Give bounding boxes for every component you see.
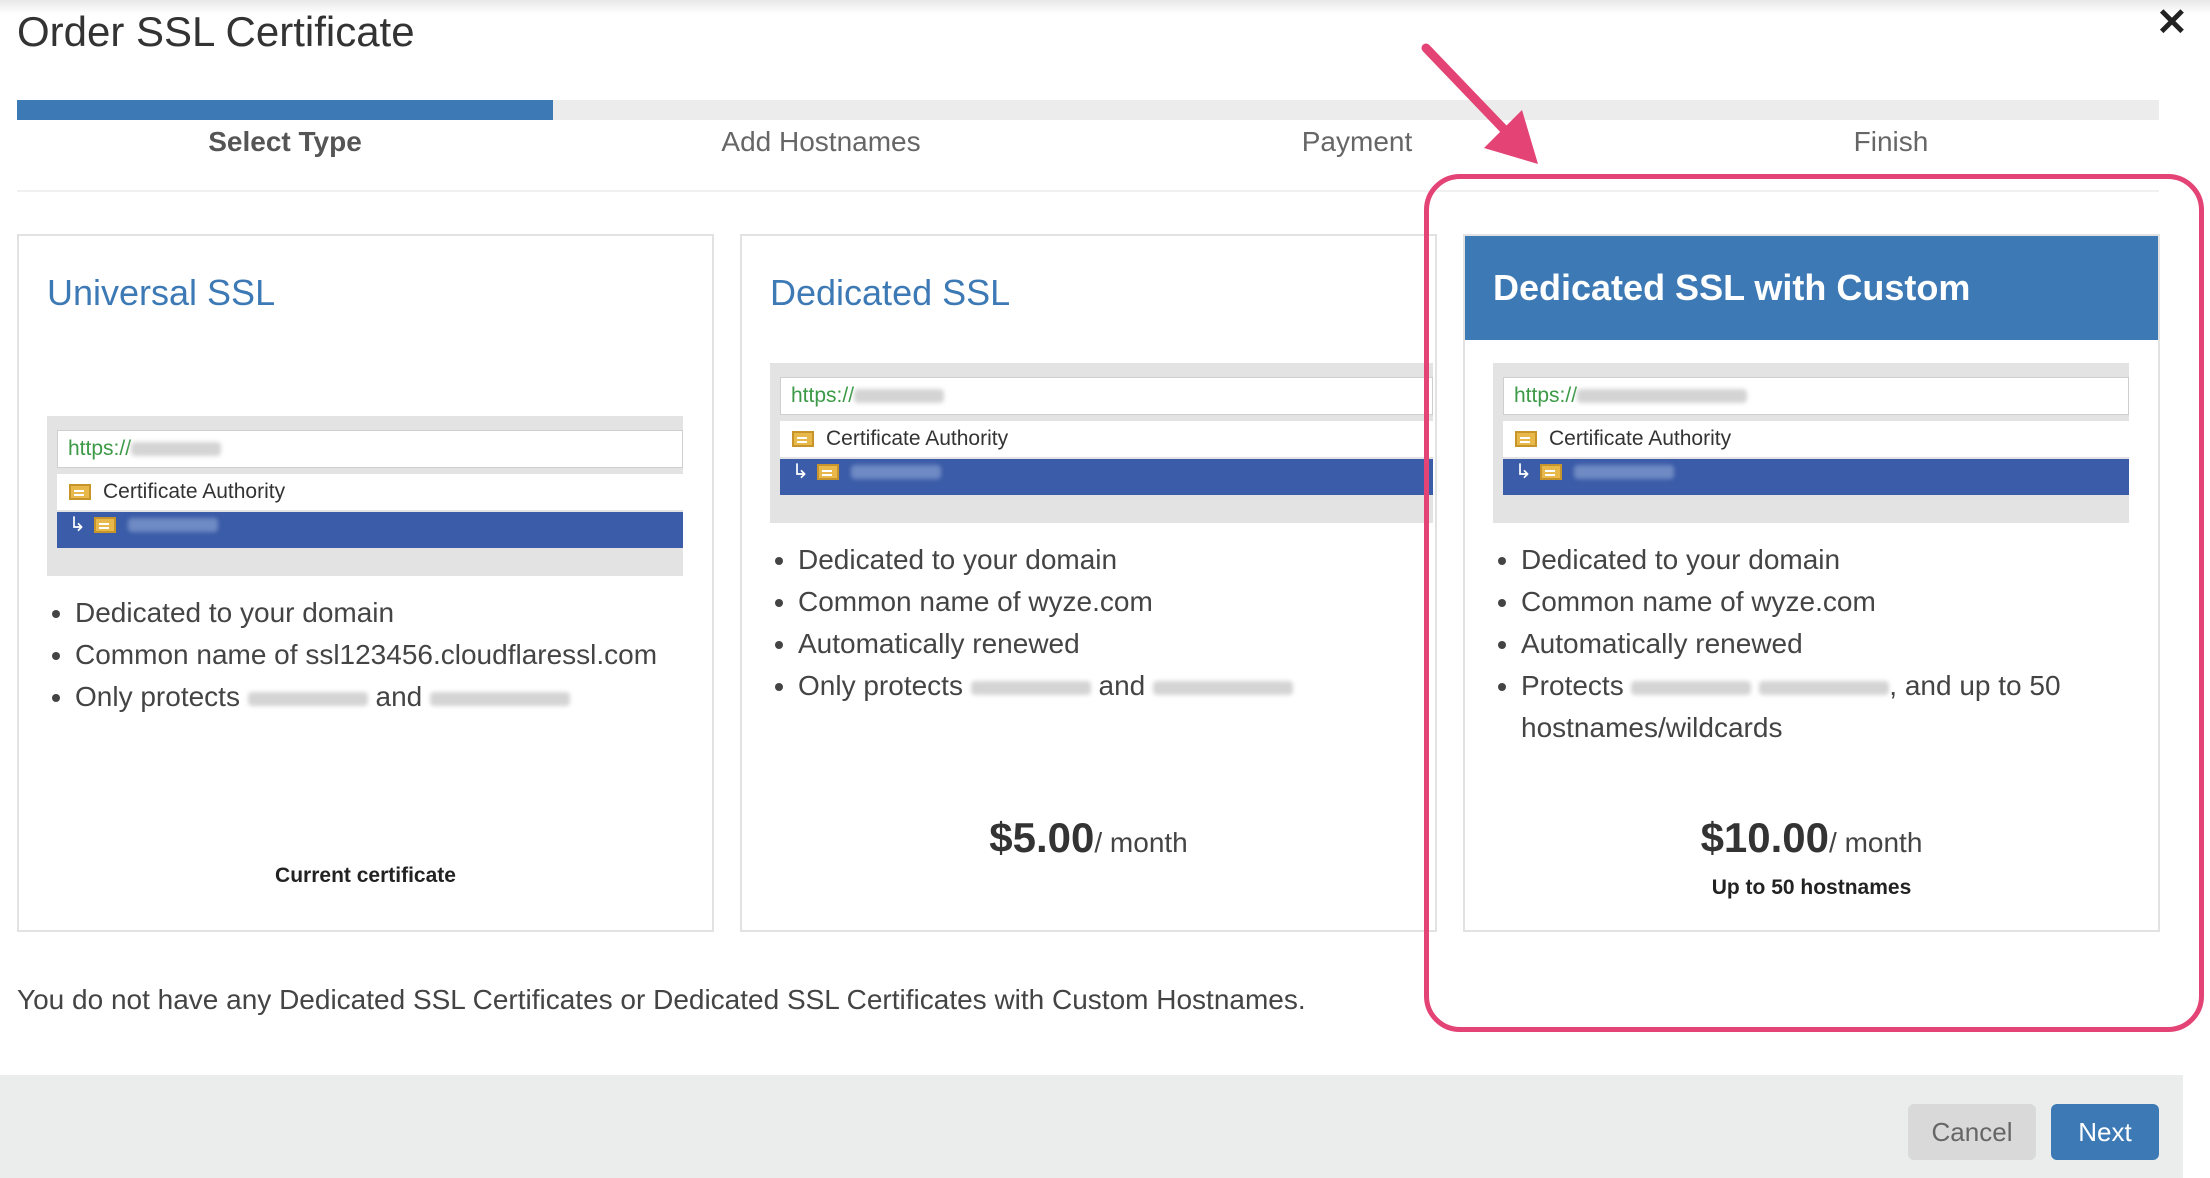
step-select-type: Select Type <box>208 126 362 157</box>
highlight-box <box>1424 174 2204 1032</box>
footer-message: You do not have any Dedicated SSL Certif… <box>17 984 1306 1015</box>
modal-title: Order SSL Certificate <box>17 8 415 55</box>
certificate-icon <box>792 431 814 448</box>
certificate-icon <box>816 463 839 480</box>
feature-item: Only protects and <box>798 665 1294 707</box>
price-amount: $5.00 <box>989 814 1095 861</box>
step-add-hostnames: Add Hostnames <box>721 126 921 157</box>
selected-certificate-row: ↳ <box>780 459 1433 495</box>
feature-item: Only protects and <box>75 676 657 718</box>
feature-list: Dedicated to your domain Common name of … <box>29 592 657 718</box>
url-bar: https:// <box>780 377 1433 415</box>
price: $5.00/ month <box>742 814 1435 862</box>
price-period: / month <box>1094 827 1188 858</box>
card-title: Dedicated SSL <box>770 272 1011 313</box>
subdirectory-arrow-icon: ↳ <box>792 461 809 483</box>
certificate-preview: https:// Certificate Authority ↳ <box>770 363 1433 523</box>
feature-item: Dedicated to your domain <box>798 539 1293 581</box>
cancel-button[interactable]: Cancel <box>1908 1104 2036 1160</box>
certificate-icon <box>93 516 116 533</box>
card-dedicated-ssl[interactable]: Dedicated SSL https:// Certificate Autho… <box>740 234 1437 932</box>
certificate-authority-row: Certificate Authority <box>57 474 683 510</box>
current-certificate-label: Current certificate <box>275 864 456 887</box>
card-title: Universal SSL <box>47 272 276 313</box>
feature-item: Dedicated to your domain <box>75 592 657 634</box>
next-button[interactable]: Next <box>2051 1104 2159 1160</box>
card-universal-ssl[interactable]: Universal SSL https:// Certificate Autho… <box>17 234 714 932</box>
feature-item: Common name of ssl123456.cloudflaressl.c… <box>75 634 657 676</box>
subdirectory-arrow-icon: ↳ <box>69 514 86 536</box>
feature-item: Common name of wyze.com <box>798 581 1293 623</box>
progress-fill <box>17 100 553 120</box>
certificate-icon <box>69 484 91 501</box>
step-finish: Finish <box>1853 126 1929 157</box>
url-bar: https:// <box>57 430 683 468</box>
modal-footer <box>0 1075 2183 1178</box>
close-icon[interactable]: ✕ <box>2156 0 2188 45</box>
callout-arrow-icon <box>1421 43 1538 164</box>
feature-list: Dedicated to your domain Common name of … <box>752 539 1294 707</box>
certificate-authority-row: Certificate Authority <box>780 421 1433 457</box>
feature-item: Automatically renewed <box>798 623 1293 665</box>
selected-certificate-row: ↳ <box>57 512 683 548</box>
progress-bar <box>17 100 2159 120</box>
certificate-preview: https:// Certificate Authority ↳ <box>47 416 683 576</box>
